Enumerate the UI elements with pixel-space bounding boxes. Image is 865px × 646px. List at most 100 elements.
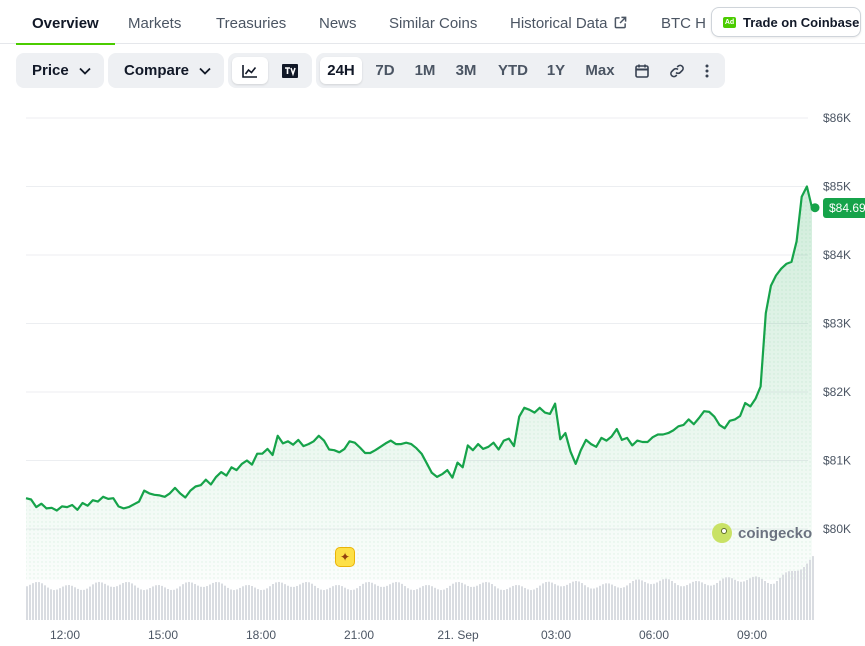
- ad-badge: Ad: [723, 16, 736, 28]
- volume-bar: [269, 586, 271, 620]
- volume-bar: [107, 585, 109, 620]
- volume-bar: [149, 588, 151, 620]
- volume-bar: [680, 586, 682, 620]
- x-tick-label: 21. Sep: [437, 628, 479, 642]
- volume-bar: [569, 583, 571, 620]
- chevron-down-icon: [199, 67, 211, 75]
- tab-similar-coins[interactable]: Similar Coins: [389, 0, 477, 44]
- volume-bar: [536, 587, 538, 620]
- volume-bar: [305, 581, 307, 620]
- volume-bar: [59, 588, 61, 620]
- trade-on-coinbase-button[interactable]: Ad Trade on Coinbase: [711, 7, 861, 37]
- volume-bar: [674, 583, 676, 620]
- volume-bar: [128, 582, 130, 620]
- y-tick-label: $84K: [823, 248, 851, 262]
- range-1m-button[interactable]: 1M: [407, 57, 443, 84]
- price-area: [25, 185, 820, 580]
- volume-bar: [398, 582, 400, 620]
- volume-bar: [302, 582, 304, 620]
- volume-bar: [425, 585, 427, 620]
- volume-bar: [53, 590, 55, 620]
- tab-historical-data[interactable]: Historical Data: [510, 0, 627, 44]
- volume-bar: [212, 582, 214, 620]
- volume-bar: [176, 588, 178, 620]
- volume-bar: [371, 582, 373, 620]
- volume-bar: [167, 589, 169, 620]
- tab-news[interactable]: News: [319, 0, 357, 44]
- x-tick-label: 09:00: [737, 628, 767, 642]
- x-axis: 12:00 15:00 18:00 21:00 21. Sep 03:00 06:00 09:…: [50, 628, 767, 642]
- volume-bar: [794, 570, 796, 620]
- more-options-button[interactable]: [694, 57, 720, 84]
- volume-bar: [704, 583, 706, 620]
- event-marker[interactable]: ✦: [335, 547, 355, 567]
- volume-bar: [86, 588, 88, 620]
- volume-bar: [209, 584, 211, 620]
- x-tick-label: 06:00: [639, 628, 669, 642]
- volume-bar: [530, 590, 532, 620]
- volume-bar: [71, 585, 73, 620]
- tab-historical-data-label: Historical Data: [510, 15, 608, 32]
- share-link-button[interactable]: [662, 57, 692, 84]
- range-max-button[interactable]: Max: [578, 57, 622, 84]
- volume-bar: [395, 581, 397, 620]
- calendar-button[interactable]: [627, 57, 657, 84]
- volume-bar: [254, 587, 256, 620]
- volume-bar: [500, 589, 502, 620]
- volume-bar: [401, 583, 403, 620]
- volume-bar: [185, 582, 187, 620]
- volume-bar: [446, 588, 448, 620]
- tradingview-button[interactable]: [272, 57, 308, 84]
- range-7d-button[interactable]: 7D: [367, 57, 403, 84]
- tab-treasuries[interactable]: Treasuries: [216, 0, 286, 44]
- volume-bar: [236, 589, 238, 620]
- tab-markets[interactable]: Markets: [128, 0, 181, 44]
- volume-bar: [644, 581, 646, 620]
- volume-bar: [581, 583, 583, 620]
- range-ytd-button[interactable]: YTD: [490, 57, 536, 84]
- volume-bar: [275, 582, 277, 620]
- volume-bar: [404, 586, 406, 620]
- volume-bar: [563, 586, 565, 620]
- volume-bar: [707, 585, 709, 620]
- volume-bar: [659, 580, 661, 620]
- volume-bar: [443, 589, 445, 620]
- volume-bar: [92, 584, 94, 620]
- range-3m-button[interactable]: 3M: [447, 57, 485, 84]
- volume-bar: [554, 584, 556, 620]
- volume-bar: [476, 585, 478, 620]
- volume-bar: [578, 581, 580, 620]
- range-1y-button[interactable]: 1Y: [541, 57, 571, 84]
- price-dropdown[interactable]: Price: [16, 53, 104, 88]
- volume-bar: [110, 586, 112, 620]
- volume-bar: [758, 577, 760, 620]
- volume-bar: [716, 583, 718, 620]
- volume-bar: [341, 586, 343, 620]
- volume-bar: [542, 583, 544, 620]
- y-tick-label: $80K: [823, 522, 851, 536]
- volume-bar: [524, 587, 526, 620]
- volume-bar: [281, 582, 283, 620]
- volume-bar: [35, 582, 37, 620]
- volume-bar: [812, 556, 814, 620]
- volume-bar: [413, 590, 415, 620]
- price-chart[interactable]: $86K$85K$84K$83K$82K$81K$80K 12:00 15:00 1…: [0, 96, 865, 646]
- volume-bar: [353, 589, 355, 620]
- tab-overview[interactable]: Overview: [16, 0, 115, 45]
- volume-bar: [521, 586, 523, 620]
- volume-bar: [242, 586, 244, 620]
- volume-bar: [764, 581, 766, 620]
- coin-tab-bar: Overview Markets Treasuries News Similar…: [0, 0, 865, 45]
- tab-btc-h[interactable]: BTC H: [661, 0, 706, 44]
- y-tick-label: $81K: [823, 454, 851, 468]
- line-chart-button[interactable]: [232, 57, 268, 84]
- y-tick-label: $82K: [823, 385, 851, 399]
- volume-bar: [434, 587, 436, 620]
- external-link-icon: [614, 16, 626, 29]
- range-24h-button[interactable]: 24H: [320, 57, 362, 84]
- volume-bar: [95, 582, 97, 620]
- volume-bar: [362, 583, 364, 620]
- link-icon: [670, 64, 684, 77]
- volume-bar: [263, 589, 265, 620]
- compare-dropdown[interactable]: Compare: [108, 53, 224, 88]
